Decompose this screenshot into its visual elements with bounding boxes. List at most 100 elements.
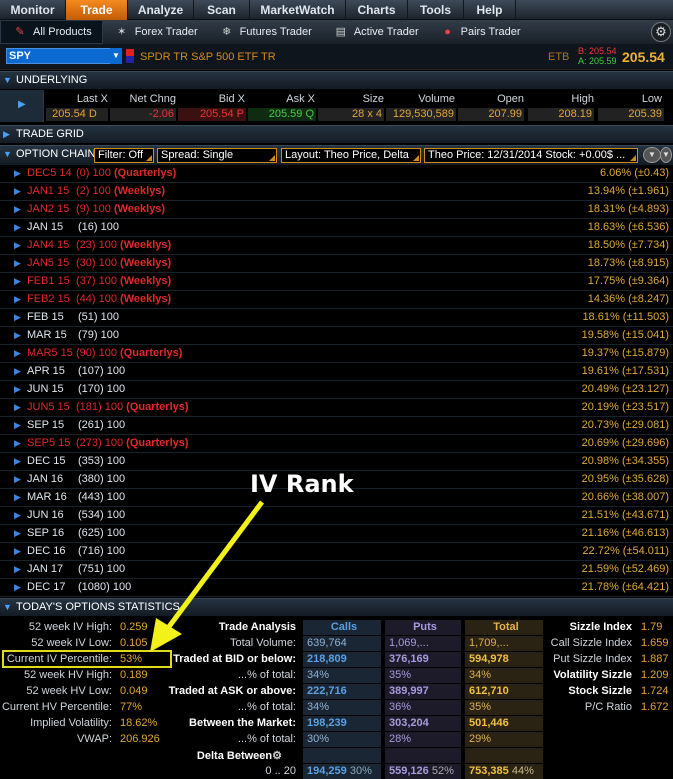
- expand-row-icon[interactable]: ▶: [14, 273, 21, 290]
- option-chain-row[interactable]: ▶ JAN2 15 (9) 100 (Weeklys) 18.31% (±4.893): [0, 201, 673, 219]
- trade-grid-title: TRADE GRID: [16, 128, 84, 140]
- option-chain-row[interactable]: ▶ MAR5 15 (90) 100 (Quarterlys) 19.37% (±15…: [0, 345, 673, 363]
- option-chain-row[interactable]: ▶ JUN 15 (170) 100 20.49% (±23.127): [0, 381, 673, 399]
- settings-gear-icon[interactable]: ⚙: [651, 22, 671, 42]
- menu-charts[interactable]: Charts: [346, 0, 408, 20]
- layout-dropdown[interactable]: Layout: Theo Price, Delta: [281, 148, 421, 163]
- expand-row-icon[interactable]: ▶: [14, 453, 21, 470]
- options-statistics-header[interactable]: ▼ TODAY'S OPTIONS STATISTICS: [0, 598, 673, 616]
- implied-volatility-value: 13.94% (±1.961): [587, 185, 669, 197]
- option-chain-row[interactable]: ▶ SEP 15 (261) 100 20.73% (±29.081): [0, 417, 673, 435]
- expand-row-icon[interactable]: ▶: [14, 363, 21, 380]
- implied-volatility-value: 14.36% (±8.247): [587, 293, 669, 305]
- pairs-trader-tab[interactable]: ● Pairs Trader: [429, 20, 531, 44]
- expand-row-icon[interactable]: ▶: [14, 381, 21, 398]
- implied-volatility-value: 20.98% (±34.355): [581, 455, 669, 467]
- expand-row-icon[interactable]: ▶: [14, 165, 21, 182]
- option-chain-row[interactable]: ▶ SEP 16 (625) 100 21.16% (±46.613): [0, 525, 673, 543]
- menu-tools[interactable]: Tools: [408, 0, 464, 20]
- implied-volatility-value: 20.95% (±35.628): [581, 473, 669, 485]
- expand-row-icon[interactable]: ▶: [14, 255, 21, 272]
- expand-row-icon[interactable]: ▶: [14, 237, 21, 254]
- delta-between-empty-cell: [303, 748, 381, 763]
- puts-column-header: Puts: [385, 620, 461, 635]
- total-column-header: Total: [465, 620, 543, 635]
- header-ask: Ask X: [286, 93, 315, 105]
- option-chain-row[interactable]: ▶ JUN 16 (534) 100 21.51% (±43.671): [0, 507, 673, 525]
- collapse-arrow-icon[interactable]: ▼: [3, 599, 12, 616]
- expand-arrow-icon[interactable]: ▶: [3, 126, 10, 143]
- underlying-table: ▶ Last X Net Chng Bid X Ask X Size Volum…: [0, 90, 673, 122]
- expand-row-icon[interactable]: ▶: [14, 525, 21, 542]
- sizzle-value: 1.79: [641, 621, 663, 633]
- symbol-input[interactable]: SPY: [6, 48, 122, 64]
- expiration-label: MAR5 15: [27, 347, 73, 359]
- underlying-header[interactable]: ▼ UNDERLYING: [0, 71, 673, 89]
- expand-row-icon[interactable]: ▶: [14, 309, 21, 326]
- expand-row-icon[interactable]: ▶: [14, 507, 21, 524]
- chevron-down-icon[interactable]: ▼: [643, 147, 661, 163]
- option-chain-row[interactable]: ▶ DEC 17 (1080) 100 21.78% (±64.421): [0, 579, 673, 597]
- spread-dropdown[interactable]: Spread: Single: [157, 148, 277, 163]
- expiration-detail: (1080) 100: [78, 581, 132, 593]
- expand-row-icon[interactable]: ▶: [14, 489, 21, 506]
- expand-row-icon[interactable]: ▶: [14, 345, 21, 362]
- implied-volatility-value: 21.59% (±52.469): [581, 563, 669, 575]
- option-chain-row[interactable]: ▶ JUN5 15 (181) 100 (Quarterlys) 20.19% (±2…: [0, 399, 673, 417]
- option-chain-row[interactable]: ▶ JAN 15 (16) 100 18.63% (±6.536): [0, 219, 673, 237]
- collapse-arrow-icon[interactable]: ▼: [3, 72, 12, 89]
- forex-trader-tab[interactable]: ✶ Forex Trader: [103, 20, 208, 44]
- option-chain-row[interactable]: ▶ DEC 15 (353) 100 20.98% (±34.355): [0, 453, 673, 471]
- option-chain-row[interactable]: ▶ JAN1 15 (2) 100 (Weeklys) 13.94% (±1.961): [0, 183, 673, 201]
- expand-row-icon[interactable]: ▶: [14, 399, 21, 416]
- option-chain-row[interactable]: ▶ FEB2 15 (44) 100 (Weeklys) 14.36% (±8.247…: [0, 291, 673, 309]
- expand-row-icon[interactable]: ▶: [14, 435, 21, 452]
- futures-trader-label: Futures Trader: [239, 26, 312, 38]
- expand-row-icon[interactable]: ▶: [14, 417, 21, 434]
- theo-price-dropdown[interactable]: Theo Price: 12/31/2014 Stock: +0.00$ ...: [424, 148, 638, 163]
- expand-row-icon[interactable]: ▶: [14, 327, 21, 344]
- option-chain-row[interactable]: ▶ DEC 16 (716) 100 22.72% (±54.011): [0, 543, 673, 561]
- symbol-dropdown-icon[interactable]: ▼: [110, 48, 122, 64]
- implied-volatility-value: 18.50% (±7.734): [587, 239, 669, 251]
- underlying-expander[interactable]: ▶: [0, 90, 44, 122]
- option-chain-list: ▶ DEC5 14 (0) 100 (Quarterlys) 6.06% (±0.43…: [0, 165, 673, 597]
- expand-row-icon[interactable]: ▶: [14, 471, 21, 488]
- menu-analyze[interactable]: Analyze: [128, 0, 194, 20]
- option-chain-row[interactable]: ▶ JAN 17 (751) 100 21.59% (±52.469): [0, 561, 673, 579]
- option-chain-row[interactable]: ▶ FEB1 15 (37) 100 (Weeklys) 17.75% (±9.364…: [0, 273, 673, 291]
- option-chain-row[interactable]: ▶ SEP5 15 (273) 100 (Quarterlys) 20.69% (±2…: [0, 435, 673, 453]
- option-chain-row[interactable]: ▶ FEB 15 (51) 100 18.61% (±11.503): [0, 309, 673, 327]
- more-icon[interactable]: ▼: [660, 147, 672, 163]
- option-chain-row[interactable]: ▶ APR 15 (107) 100 19.61% (±17.531): [0, 363, 673, 381]
- delta-gear-icon[interactable]: ⚙: [272, 750, 282, 762]
- implied-volatility-value: 20.19% (±23.517): [581, 401, 669, 413]
- collapse-arrow-icon[interactable]: ▼: [3, 146, 12, 163]
- active-trader-tab[interactable]: ▤ Active Trader: [322, 20, 429, 44]
- all-products-tab[interactable]: ✎ All Products: [0, 20, 103, 44]
- trade-grid-header[interactable]: ▶ TRADE GRID: [0, 125, 673, 143]
- menu-help[interactable]: Help: [464, 0, 516, 20]
- expiration-detail: (751) 100: [78, 563, 126, 575]
- option-chain-row[interactable]: ▶ JAN4 15 (23) 100 (Weeklys) 18.50% (±7.734…: [0, 237, 673, 255]
- expiration-detail: (380) 100: [78, 473, 126, 485]
- filter-dropdown[interactable]: Filter: Off: [94, 148, 154, 163]
- expand-row-icon[interactable]: ▶: [14, 183, 21, 200]
- menu-scan[interactable]: Scan: [194, 0, 250, 20]
- expand-row-icon[interactable]: ▶: [14, 561, 21, 578]
- menu-monitor[interactable]: Monitor: [0, 0, 66, 20]
- option-chain-row[interactable]: ▶ JAN5 15 (30) 100 (Weeklys) 18.73% (±8.915…: [0, 255, 673, 273]
- menu-marketwatch[interactable]: MarketWatch: [250, 0, 346, 20]
- expand-row-icon[interactable]: ▶: [14, 291, 21, 308]
- option-chain-row[interactable]: ▶ MAR 15 (79) 100 19.58% (±15.041): [0, 327, 673, 345]
- expand-row-icon[interactable]: ▶: [14, 579, 21, 596]
- expiration-label: DEC 15: [27, 455, 66, 467]
- option-chain-header[interactable]: ▼ OPTION CHAIN Filter: Off Spread: Singl…: [0, 145, 673, 165]
- implied-volatility-value: 19.61% (±17.531): [581, 365, 669, 377]
- futures-trader-tab[interactable]: ❄ Futures Trader: [208, 20, 322, 44]
- option-chain-row[interactable]: ▶ DEC5 14 (0) 100 (Quarterlys) 6.06% (±0.43…: [0, 165, 673, 183]
- expand-row-icon[interactable]: ▶: [14, 201, 21, 218]
- expand-row-icon[interactable]: ▶: [14, 219, 21, 236]
- expand-row-icon[interactable]: ▶: [14, 543, 21, 560]
- menu-trade[interactable]: Trade: [66, 0, 128, 20]
